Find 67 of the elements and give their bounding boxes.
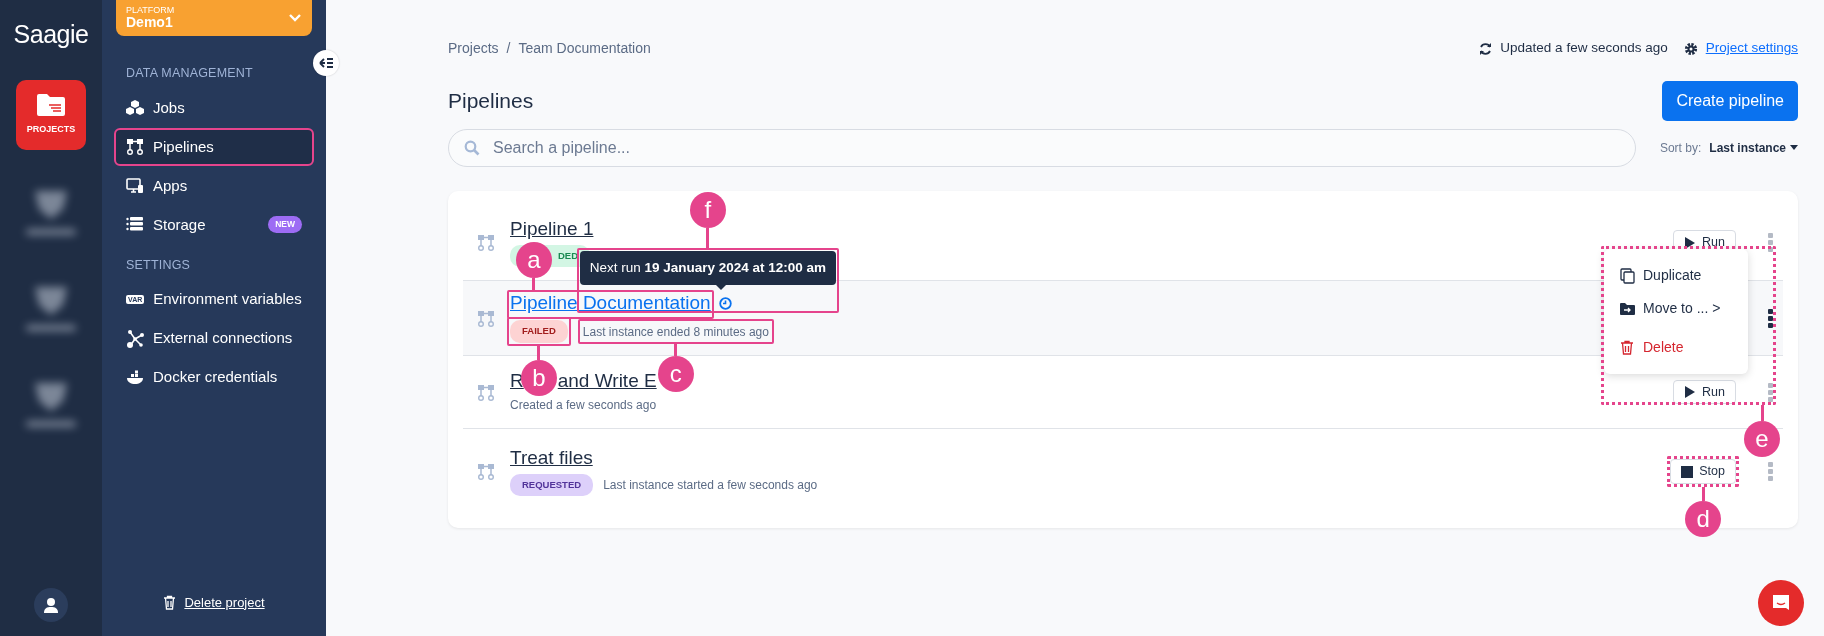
projects-tab[interactable]: PROJECTS <box>16 79 86 150</box>
settings-icon <box>1683 41 1698 56</box>
network-icon <box>126 329 144 348</box>
pipeline-icon <box>477 309 495 327</box>
sidebar-item[interactable]: Apps <box>116 168 312 203</box>
update-status: Updated a few seconds ago <box>1500 39 1668 58</box>
section-heading: DATA MANAGEMENT <box>126 65 254 82</box>
sort-label: Sort by: <box>1659 140 1702 157</box>
page-title: Pipelines <box>448 88 534 114</box>
delete-project-link[interactable]: Delete project <box>163 592 265 613</box>
refresh-icon <box>1479 41 1493 56</box>
breadcrumb-link[interactable]: Projects <box>448 38 499 59</box>
play-icon <box>1684 385 1697 399</box>
sidebar-item[interactable]: External connections <box>116 321 312 356</box>
pipeline-icon <box>477 234 495 251</box>
pipeline-name[interactable]: Pipeline Documentation <box>510 292 711 316</box>
collapse-button[interactable] <box>313 50 339 76</box>
stop-button[interactable]: Stop <box>1670 459 1736 484</box>
menu-item[interactable]: Move to ... > <box>1604 292 1748 325</box>
cubes-icon <box>126 98 144 117</box>
trash-icon <box>1620 339 1635 356</box>
sidebar-item[interactable]: Storage NEW <box>116 207 312 242</box>
menu-item[interactable]: Delete <box>1604 331 1748 364</box>
storage-icon <box>126 215 144 234</box>
breadcrumb-link[interactable]: Team Documentation <box>518 38 651 59</box>
collapse-icon[interactable] <box>319 57 333 69</box>
project-settings-link[interactable]: Project settings <box>1683 38 1798 59</box>
pipeline-icon <box>477 383 495 401</box>
sort-dropdown[interactable]: Last instance <box>1709 139 1798 157</box>
menu-item[interactable]: Duplicate <box>1604 259 1748 292</box>
leader-line <box>706 227 710 248</box>
chat-icon[interactable] <box>1771 593 1791 613</box>
avatar[interactable] <box>34 588 68 622</box>
run-button[interactable]: Run <box>1673 379 1736 405</box>
play-icon <box>1684 235 1697 250</box>
trash-icon <box>163 595 177 610</box>
pipeline-icon <box>477 463 495 480</box>
pipeline-icon <box>126 137 144 156</box>
kebab-menu-button[interactable] <box>1768 308 1773 328</box>
search-field[interactable]: Search a pipeline... <box>448 129 1636 167</box>
copy-icon <box>1620 267 1635 284</box>
whale-icon <box>126 368 144 387</box>
caret-icon <box>1790 145 1798 151</box>
folder-arrow-icon <box>1620 300 1635 317</box>
logo: Saagie <box>13 19 89 50</box>
monitor-icon <box>126 176 144 195</box>
highlight-frame <box>1667 456 1739 487</box>
chat-button[interactable] <box>1758 580 1804 626</box>
status-badge: REQUESTED <box>510 473 594 496</box>
sidebar-item[interactable]: Jobs <box>116 90 312 125</box>
pipeline-name[interactable]: Pipeline 1 <box>510 217 594 241</box>
pipeline-name[interactable]: and Write E <box>557 369 657 393</box>
sidebar-item[interactable]: Pipelines <box>116 129 312 164</box>
stop-icon <box>1681 465 1694 478</box>
chevron-down-icon <box>288 13 302 23</box>
last-instance-text: Last instance ended 8 minutes ago <box>582 325 769 340</box>
folder-icon <box>36 92 66 117</box>
create-pipeline-button[interactable]: Create pipeline <box>1662 81 1798 121</box>
breadcrumb-separator: / <box>506 39 511 58</box>
section-heading: SETTINGS <box>126 256 192 274</box>
search-icon <box>464 140 480 156</box>
status-badge: FAILED <box>510 320 568 343</box>
sidebar-item[interactable]: Docker credentials <box>116 360 312 395</box>
last-instance-text: Last instance started a few seconds ago <box>603 476 818 494</box>
last-instance-text: Created a few seconds ago <box>510 397 657 415</box>
new-badge: NEW <box>268 216 302 234</box>
pipeline-name[interactable]: Treat files <box>510 446 593 470</box>
